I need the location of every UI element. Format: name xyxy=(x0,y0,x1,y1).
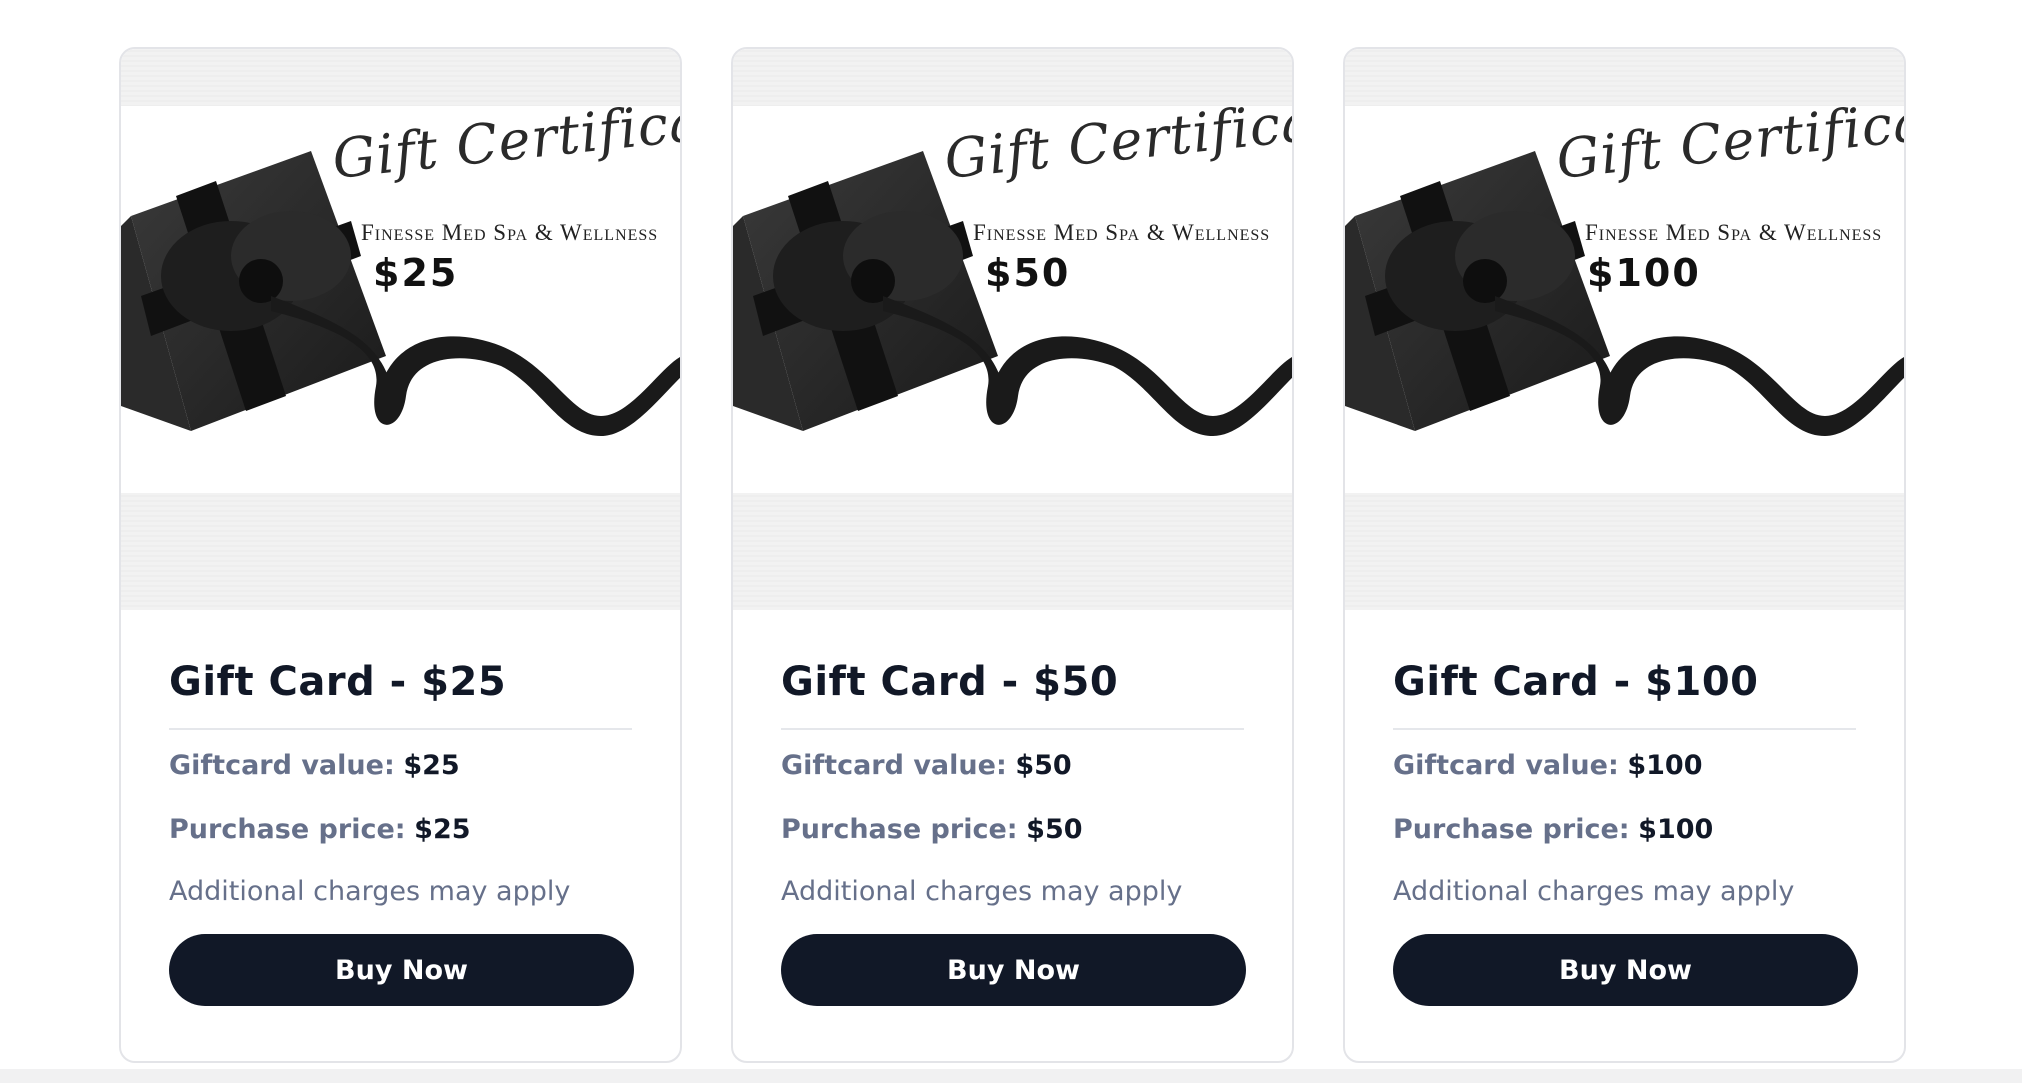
purchase-price-row: Purchase price: $25 xyxy=(169,810,632,850)
gift-card-100: Gift Certificate Finesse Med Spa & Welln… xyxy=(1343,47,1906,1063)
giftcard-value-label: Giftcard value: xyxy=(1393,750,1619,781)
giftcard-value-row: Giftcard value: $100 xyxy=(1393,746,1856,786)
card-title: Gift Card - $25 xyxy=(169,659,507,705)
additional-charges-note: Additional charges may apply xyxy=(169,876,571,907)
purchase-price-row: Purchase price: $100 xyxy=(1393,810,1856,850)
buy-now-button[interactable]: Buy Now xyxy=(781,934,1246,1006)
gift-card-50: Gift Certificate Finesse Med Spa & Welln… xyxy=(731,47,1294,1063)
page-bottom-strip xyxy=(0,1069,2022,1083)
giftcard-value: $100 xyxy=(1627,750,1703,781)
additional-charges-note: Additional charges may apply xyxy=(781,876,1183,907)
divider xyxy=(781,728,1244,730)
spa-name: Finesse Med Spa & Wellness xyxy=(973,220,1271,245)
gift-certificate-image: Gift Certificate Finesse Med Spa & Welln… xyxy=(1345,49,1904,610)
gift-certificate-image: Gift Certificate Finesse Med Spa & Welln… xyxy=(121,49,680,610)
gift-certificate-image: Gift Certificate Finesse Med Spa & Welln… xyxy=(733,49,1292,610)
divider xyxy=(169,728,632,730)
certificate-amount: $25 xyxy=(373,251,459,295)
purchase-price-row: Purchase price: $50 xyxy=(781,810,1244,850)
buy-now-button[interactable]: Buy Now xyxy=(169,934,634,1006)
divider xyxy=(1393,728,1856,730)
purchase-price-label: Purchase price: xyxy=(1393,814,1630,845)
giftcard-value: $50 xyxy=(1015,750,1072,781)
certificate-amount: $100 xyxy=(1587,251,1701,295)
additional-charges-note: Additional charges may apply xyxy=(1393,876,1795,907)
purchase-price: $100 xyxy=(1638,814,1714,845)
purchase-price-label: Purchase price: xyxy=(169,814,406,845)
gift-card-grid: Gift Certificate Finesse Med Spa & Welln… xyxy=(119,47,1906,1063)
buy-now-button[interactable]: Buy Now xyxy=(1393,934,1858,1006)
spa-name: Finesse Med Spa & Wellness xyxy=(361,220,659,245)
purchase-price-label: Purchase price: xyxy=(781,814,1018,845)
giftcard-value-label: Giftcard value: xyxy=(781,750,1007,781)
card-title: Gift Card - $50 xyxy=(781,659,1119,705)
card-title: Gift Card - $100 xyxy=(1393,659,1759,705)
spa-name: Finesse Med Spa & Wellness xyxy=(1585,220,1883,245)
giftcard-value-row: Giftcard value: $25 xyxy=(169,746,632,786)
purchase-price: $25 xyxy=(414,814,471,845)
gift-card-25: Gift Certificate Finesse Med Spa & Welln… xyxy=(119,47,682,1063)
purchase-price: $50 xyxy=(1026,814,1083,845)
giftcard-value-row: Giftcard value: $50 xyxy=(781,746,1244,786)
giftcard-value-label: Giftcard value: xyxy=(169,750,395,781)
giftcard-value: $25 xyxy=(403,750,460,781)
certificate-amount: $50 xyxy=(985,251,1071,295)
